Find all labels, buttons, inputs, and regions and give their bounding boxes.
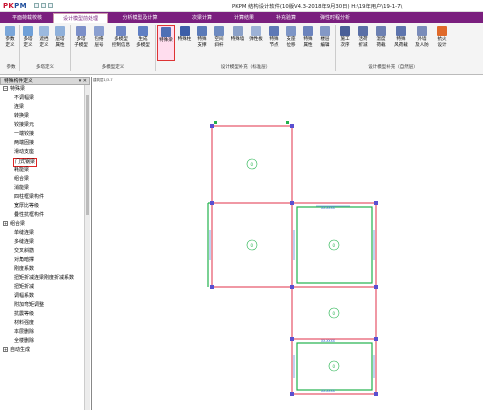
column-node bbox=[374, 392, 378, 396]
room-marker[interactable]: 0 bbox=[328, 360, 340, 372]
svg-text:0: 0 bbox=[333, 311, 336, 316]
column-node bbox=[290, 201, 294, 205]
svg-text:0: 0 bbox=[251, 243, 254, 248]
column-node bbox=[290, 337, 294, 341]
brace-mark bbox=[214, 121, 217, 124]
room-marker[interactable]: 0 bbox=[328, 239, 340, 251]
column-node bbox=[210, 285, 214, 289]
column-node bbox=[374, 201, 378, 205]
column-node bbox=[374, 285, 378, 289]
column-node bbox=[290, 392, 294, 396]
brace-marks bbox=[214, 121, 289, 124]
column-node bbox=[210, 201, 214, 205]
span-label: XX-XXXX bbox=[321, 206, 336, 210]
svg-text:0: 0 bbox=[251, 162, 254, 167]
column-node bbox=[210, 124, 214, 128]
column-node bbox=[374, 337, 378, 341]
room-marker[interactable]: 0 bbox=[246, 158, 258, 170]
span-label: XX-XXXX bbox=[321, 339, 336, 343]
svg-text:0: 0 bbox=[333, 243, 336, 248]
room-marker[interactable]: 0 bbox=[246, 239, 258, 251]
brace-mark bbox=[286, 121, 289, 124]
room-marker[interactable]: 0 bbox=[328, 307, 340, 319]
structure-plan[interactable]: XX-XXXX XX-XXXX XX-XXXX 0 0 0 0 0 bbox=[0, 0, 483, 410]
svg-text:0: 0 bbox=[333, 364, 336, 369]
column-node bbox=[290, 285, 294, 289]
span-label: XX-XXXX bbox=[321, 389, 336, 393]
column-node bbox=[290, 124, 294, 128]
